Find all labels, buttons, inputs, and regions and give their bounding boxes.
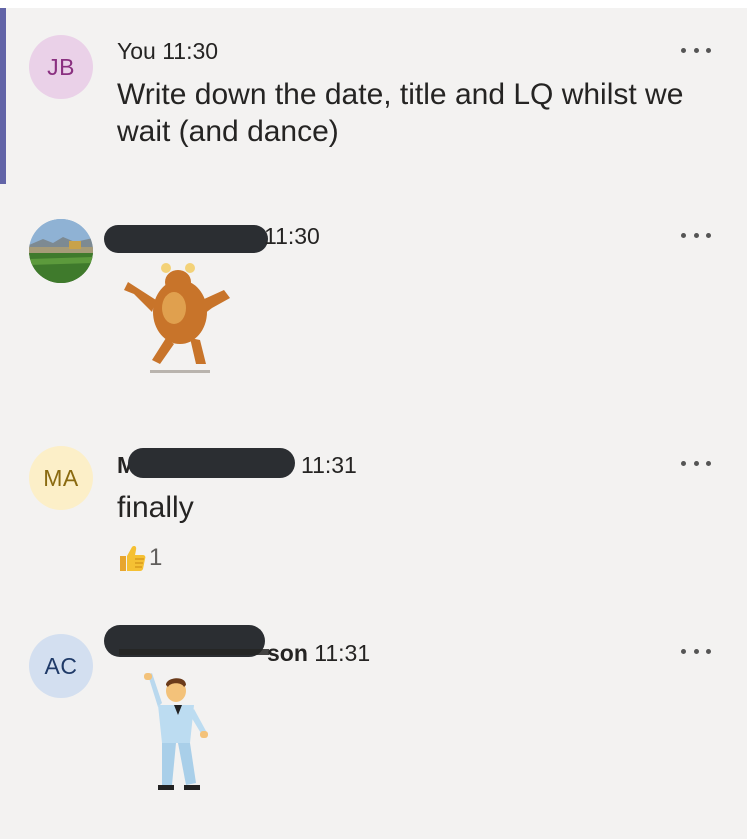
reaction[interactable]: 1 [117, 544, 162, 572]
partially-redacted-name-fragment [119, 649, 269, 655]
more-options-icon[interactable] [681, 458, 711, 468]
sender-name: You [117, 38, 156, 64]
message-timestamp: 11:31 [301, 452, 357, 479]
avatar-initials: JB [47, 53, 75, 80]
timestamp: 11:31 [314, 640, 371, 666]
message-header: son 11:31 [267, 640, 370, 667]
message-item[interactable]: JB You 11:30 Write down the date, title … [0, 0, 747, 185]
avatar[interactable]: JB [29, 35, 93, 99]
more-options-icon[interactable] [681, 230, 711, 240]
message-header: 11:30 [264, 223, 320, 250]
message-text-line: wait (and dance) [117, 115, 339, 148]
message-text-line: Write down the date, title and LQ whilst… [117, 78, 684, 111]
avatar[interactable] [29, 219, 93, 283]
landscape-photo-icon [29, 219, 93, 283]
redacted-sender-name [128, 448, 295, 478]
reaction-count: 1 [149, 544, 163, 571]
more-options-icon[interactable] [681, 646, 711, 656]
avatar[interactable]: AC [29, 634, 93, 698]
message-text: finally [117, 491, 194, 524]
avatar-initials: AC [44, 652, 78, 679]
timestamp: 11:30 [162, 38, 219, 64]
message-text: Write down the date, title and LQ whilst… [117, 76, 683, 150]
message-item[interactable]: AC son 11:31 [0, 615, 747, 839]
more-options-icon[interactable] [681, 45, 711, 55]
disco-dancer-sticker[interactable] [138, 673, 218, 795]
redacted-sender-name [104, 225, 268, 253]
message-header: You 11:30 [117, 38, 218, 65]
sender-name-partial: son [267, 640, 308, 666]
avatar[interactable]: MA [29, 446, 93, 510]
message-item[interactable]: MA M 11:31 finally 1 [0, 415, 747, 615]
timestamp: 11:31 [301, 452, 357, 478]
dancing-turkey-sticker[interactable] [122, 260, 237, 378]
thumbs-up-icon [120, 546, 146, 571]
message-item[interactable]: 11:30 [0, 185, 747, 415]
timestamp: 11:30 [264, 223, 320, 249]
avatar-initials: MA [43, 464, 79, 491]
